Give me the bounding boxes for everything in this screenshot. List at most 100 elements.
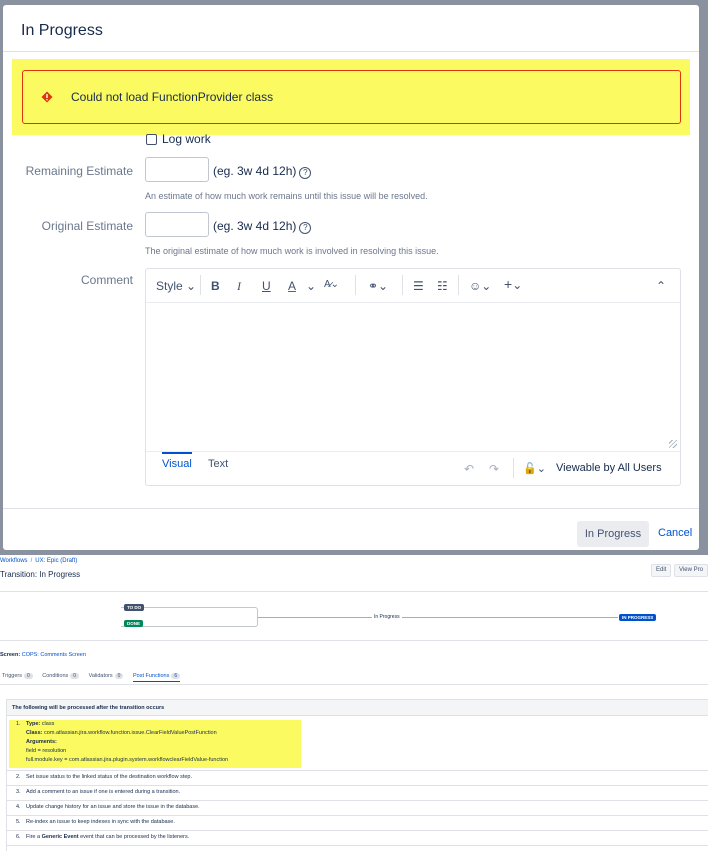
divider bbox=[0, 640, 708, 641]
tab-triggers-count: 0 bbox=[23, 673, 33, 679]
post-functions-list: The following will be processed after th… bbox=[6, 699, 708, 851]
pf1-class: Class: com.atlassian.jira.workflow.funct… bbox=[26, 730, 217, 736]
comment-text-area[interactable] bbox=[146, 303, 680, 451]
row-divider bbox=[7, 845, 708, 846]
footer-divider bbox=[513, 458, 514, 478]
dialog-header: In Progress bbox=[3, 5, 699, 52]
log-work-checkbox[interactable] bbox=[146, 134, 157, 145]
todo-lozenge: TO DO bbox=[124, 604, 145, 611]
transition-tabs: Triggers 0 Conditions 0 Validators 0 Post F… bbox=[2, 673, 188, 682]
comment-editor: Style ⌄ B I U A ⌄ A̷⌄ ⚭⌄ ☰ ☷ ☺⌄ +⌄ ⌃ Vis… bbox=[145, 268, 681, 486]
breadcrumb-workflow-name[interactable]: UX: Epic (Draft) bbox=[35, 558, 77, 564]
pf2-text: Set issue status to the linked status of… bbox=[26, 774, 193, 780]
log-work-label: Log work bbox=[162, 132, 211, 146]
remaining-estimate-hint: (eg. 3w 4d 12h)? bbox=[213, 164, 312, 179]
bullet-list-icon[interactable]: ☰ bbox=[413, 279, 424, 293]
plus-icon[interactable]: +⌄ bbox=[504, 276, 522, 292]
transition-dialog: In Progress Could not load FunctionProvi… bbox=[3, 5, 699, 550]
breadcrumb-separator: / bbox=[30, 558, 33, 564]
text-style-dropdown[interactable]: Style ⌄ bbox=[156, 279, 196, 293]
row-divider bbox=[7, 770, 708, 771]
text-color-dropdown-icon[interactable]: ⌄ bbox=[306, 279, 316, 293]
original-estimate-input[interactable] bbox=[145, 212, 209, 237]
underline-icon[interactable]: U bbox=[262, 279, 271, 293]
pf1-type-label: Type: bbox=[26, 721, 41, 727]
post-functions-header: The following will be processed after th… bbox=[7, 699, 708, 716]
page-title: Transition: In Progress bbox=[0, 570, 81, 579]
pf1-arg-field: field = resolution bbox=[26, 748, 67, 754]
pf6-number: 6. bbox=[16, 834, 21, 840]
in-progress-submit-button[interactable]: In Progress bbox=[577, 521, 649, 547]
remaining-hint-text: (eg. 3w 4d 12h) bbox=[213, 164, 297, 178]
divider bbox=[0, 684, 708, 685]
row-divider bbox=[7, 815, 708, 816]
pf4-text: Update change history for an issue and s… bbox=[26, 804, 200, 810]
done-lozenge: DONE bbox=[124, 620, 144, 627]
post-function-6: 6. Fire a Generic Event event that can be… bbox=[16, 834, 189, 840]
screen-link[interactable]: COPS: Comments Screen bbox=[22, 652, 86, 658]
pf2-number: 2. bbox=[16, 774, 21, 780]
pf6-event-name: Generic Event bbox=[41, 834, 79, 840]
original-estimate-label: Original Estimate bbox=[41, 219, 133, 233]
edit-button[interactable]: Edit bbox=[651, 564, 672, 577]
numbered-list-icon[interactable]: ☷ bbox=[437, 279, 448, 293]
tab-conditions[interactable]: Conditions 0 bbox=[42, 673, 80, 679]
transition-label: In Progress bbox=[372, 614, 402, 620]
tab-validators-label: Validators bbox=[88, 673, 113, 679]
text-color-icon[interactable]: A bbox=[288, 279, 296, 293]
help-icon[interactable]: ? bbox=[299, 222, 312, 234]
pf5-number: 5. bbox=[16, 819, 21, 825]
tab-post-functions[interactable]: Post Functions 6 bbox=[132, 673, 181, 682]
pf4-number: 4. bbox=[16, 804, 21, 810]
tab-post-functions-label: Post Functions bbox=[132, 673, 170, 679]
error-text: Could not load FunctionProvider class bbox=[71, 90, 274, 104]
link-icon[interactable]: ⚭⌄ bbox=[368, 279, 388, 293]
tab-text[interactable]: Text bbox=[208, 458, 228, 470]
screen-info: Screen: COPS: Comments Screen bbox=[0, 652, 86, 658]
text-effects-icon[interactable]: A̷⌄ bbox=[324, 279, 339, 290]
tab-visual[interactable]: Visual bbox=[162, 452, 192, 470]
error-message: Could not load FunctionProvider class bbox=[22, 70, 681, 124]
post-function-1: 1. Type: class bbox=[16, 721, 54, 727]
remaining-estimate-input[interactable] bbox=[145, 157, 209, 182]
row-divider bbox=[7, 830, 708, 831]
toolbar-divider bbox=[402, 275, 403, 295]
original-estimate-description: The original estimate of how much work i… bbox=[145, 246, 439, 256]
remaining-estimate-label: Remaining Estimate bbox=[25, 164, 133, 178]
tab-post-functions-count: 6 bbox=[171, 673, 181, 679]
toolbar-divider bbox=[458, 275, 459, 295]
pf1-args-label: Arguments: bbox=[26, 739, 57, 745]
in-progress-lozenge: IN PROGRESS bbox=[619, 614, 657, 621]
row-divider bbox=[7, 785, 708, 786]
pf1-arg-module-key: full.module.key = com.atlassian.jira.plu… bbox=[26, 757, 229, 763]
breadcrumb-workflows[interactable]: Workflows bbox=[0, 558, 28, 564]
unlock-icon[interactable]: 🔓⌄ bbox=[523, 462, 546, 475]
undo-icon[interactable]: ↶ bbox=[464, 462, 474, 476]
screen-label: Screen: bbox=[0, 652, 21, 658]
redo-icon[interactable]: ↷ bbox=[489, 462, 499, 476]
resize-handle-icon[interactable] bbox=[669, 440, 677, 448]
pf1-arguments: Arguments: bbox=[26, 739, 57, 745]
view-properties-button[interactable]: View Pro bbox=[674, 564, 708, 577]
post-function-4: 4. Update change history for an issue and… bbox=[16, 804, 200, 810]
italic-icon[interactable]: I bbox=[237, 279, 241, 294]
pf1-class-label: Class: bbox=[26, 730, 43, 736]
post-function-2: 2. Set issue status to the linked status … bbox=[16, 774, 192, 780]
help-icon[interactable]: ? bbox=[299, 167, 312, 179]
cancel-button[interactable]: Cancel bbox=[658, 527, 692, 539]
emoji-icon[interactable]: ☺⌄ bbox=[469, 279, 491, 293]
bold-icon[interactable]: B bbox=[211, 279, 220, 293]
visibility-label: Viewable by All Users bbox=[556, 462, 662, 474]
transition-arrow bbox=[258, 617, 618, 618]
tab-triggers[interactable]: Triggers 0 bbox=[2, 673, 33, 679]
post-function-3: 3. Add a comment to an issue if one is en… bbox=[16, 789, 180, 795]
collapse-icon[interactable]: ⌃ bbox=[656, 279, 666, 293]
tab-validators[interactable]: Validators 0 bbox=[89, 673, 124, 679]
tab-validators-count: 0 bbox=[114, 673, 124, 679]
pf3-number: 3. bbox=[16, 789, 21, 795]
original-estimate-hint: (eg. 3w 4d 12h)? bbox=[213, 219, 312, 234]
pf1-type-value: class bbox=[41, 721, 55, 727]
tab-triggers-label: Triggers bbox=[2, 673, 22, 679]
editor-toolbar: Style ⌄ B I U A ⌄ A̷⌄ ⚭⌄ ☰ ☷ ☺⌄ +⌄ ⌃ bbox=[146, 269, 680, 303]
pf6-pre: Fire a bbox=[26, 834, 41, 840]
